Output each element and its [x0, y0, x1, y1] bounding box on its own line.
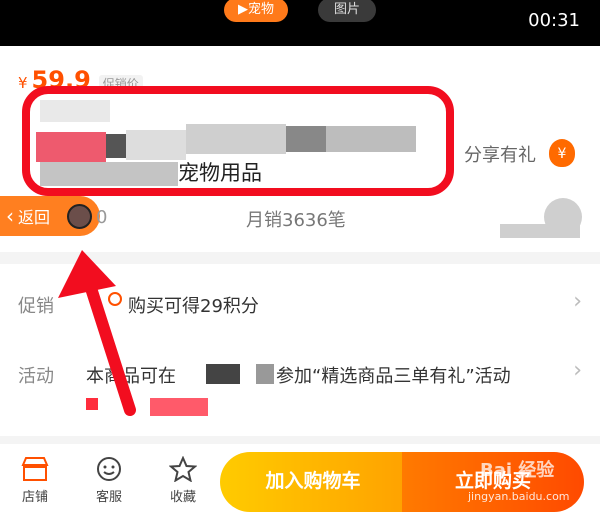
- customer-service-icon: [97, 457, 121, 481]
- add-to-cart-button[interactable]: 加入购物车: [220, 452, 406, 512]
- favorite-label: 收藏: [169, 490, 196, 505]
- watermark-logo: Bai 经验: [480, 460, 555, 481]
- store-icon: [21, 457, 49, 481]
- star-icon: [169, 456, 197, 482]
- watermark-site: jingyan.baidu.com: [468, 490, 570, 503]
- tab-service[interactable]: 客服: [82, 456, 136, 505]
- store-label: 店铺: [21, 490, 48, 505]
- section-divider-2: [0, 436, 600, 444]
- tab-favorite[interactable]: 收藏: [156, 456, 210, 505]
- product-page: ▶宠物 图片 00:31 ¥ 59.9 促销价 宠物用品 分享有礼 ¥ ‹ 返回 …: [0, 0, 600, 519]
- tab-store[interactable]: 店铺: [8, 456, 62, 505]
- service-label: 客服: [95, 490, 122, 505]
